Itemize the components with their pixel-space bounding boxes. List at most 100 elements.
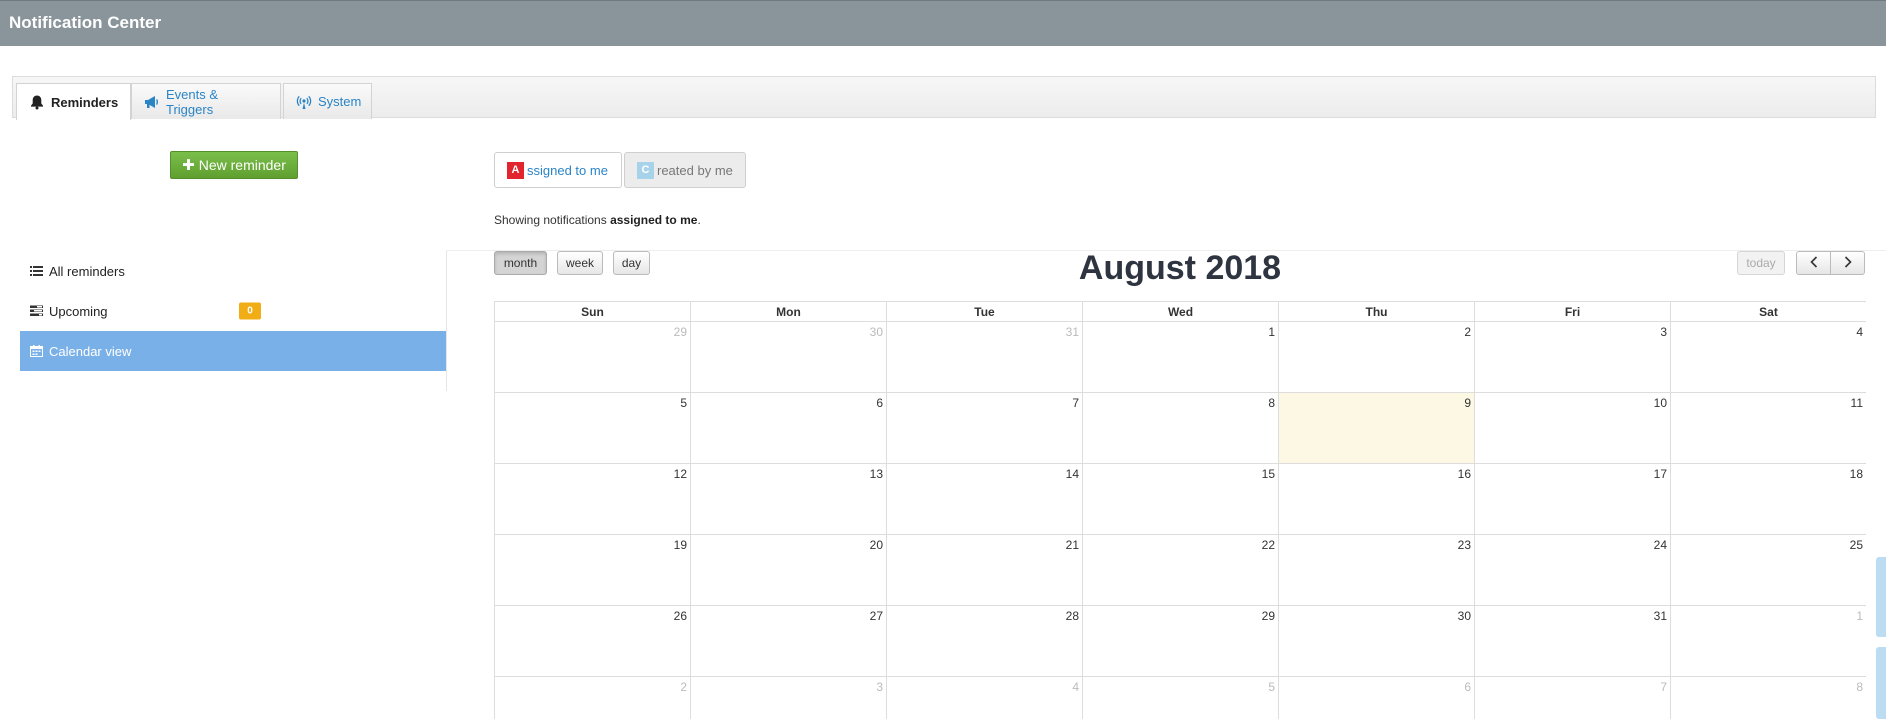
- calendar-day-number: 15: [1261, 467, 1275, 481]
- calendar-day-cell[interactable]: 10: [1475, 393, 1671, 464]
- calendar-day-number: 7: [1660, 680, 1667, 694]
- chevron-right-icon: [1844, 255, 1852, 271]
- calendar-day-number: 5: [680, 396, 687, 410]
- calendar-day-number: 4: [1072, 680, 1079, 694]
- calendar-day-cell[interactable]: 9: [1279, 393, 1475, 464]
- tab-system[interactable]: System: [283, 83, 372, 119]
- tab-events-triggers[interactable]: Events & Triggers: [131, 83, 281, 119]
- calendar-day-cell[interactable]: 21: [887, 535, 1083, 606]
- calendar-day-cell[interactable]: 31: [1475, 606, 1671, 677]
- calendar-day-number: 23: [1457, 538, 1471, 552]
- calendar-day-cell[interactable]: 6: [1279, 677, 1475, 719]
- sidebar-item-label: All reminders: [49, 263, 125, 279]
- scroll-handle[interactable]: [1876, 557, 1886, 637]
- sidebar-item-all-reminders[interactable]: All reminders: [20, 251, 446, 291]
- calendar-day-cell[interactable]: 31: [887, 322, 1083, 393]
- app-header: Notification Center: [0, 0, 1886, 46]
- tab-label: Reminders: [51, 94, 119, 110]
- calendar-day-cell[interactable]: 2: [1279, 322, 1475, 393]
- calendar-icon: [30, 345, 43, 357]
- day-of-week-header: Tue: [887, 302, 1083, 322]
- list-icon: [30, 265, 43, 277]
- sidebar: All reminders Upcoming 0 Calendar view: [20, 251, 447, 391]
- calendar-day-cell[interactable]: 4: [887, 677, 1083, 719]
- calendar-day-number: 19: [673, 538, 687, 552]
- calendar-day-cell[interactable]: 25: [1671, 535, 1866, 606]
- calendar-day-number: 3: [876, 680, 883, 694]
- calendar-day-cell[interactable]: 23: [1279, 535, 1475, 606]
- calendar-day-cell[interactable]: 6: [691, 393, 887, 464]
- calendar-day-cell[interactable]: 8: [1671, 677, 1866, 719]
- calendar-day-cell[interactable]: 19: [495, 535, 691, 606]
- calendar-day-cell[interactable]: 24: [1475, 535, 1671, 606]
- calendar-day-cell[interactable]: 3: [691, 677, 887, 719]
- calendar-day-cell[interactable]: 27: [691, 606, 887, 677]
- calendar-day-cell[interactable]: 7: [887, 393, 1083, 464]
- tab-bar: Reminders Events & Triggers System: [12, 76, 1876, 120]
- today-button[interactable]: today: [1737, 251, 1785, 275]
- calendar-day-number: 29: [673, 325, 687, 339]
- calendar-day-cell[interactable]: 5: [1083, 677, 1279, 719]
- calendar-day-cell[interactable]: 8: [1083, 393, 1279, 464]
- calendar-day-number: 2: [680, 680, 687, 694]
- calendar-day-number: 2: [1464, 325, 1471, 339]
- calendar-day-number: 11: [1850, 396, 1863, 410]
- assigned-letter-badge: A: [507, 161, 524, 179]
- calendar-day-cell[interactable]: 5: [495, 393, 691, 464]
- view-week-button[interactable]: week: [557, 251, 603, 275]
- calendar-day-cell[interactable]: 28: [887, 606, 1083, 677]
- calendar-day-number: 30: [1457, 609, 1471, 623]
- calendar-day-cell[interactable]: 1: [1671, 606, 1866, 677]
- calendar-day-number: 12: [673, 467, 687, 481]
- day-of-week-header: Fri: [1475, 302, 1671, 322]
- calendar-day-number: 31: [1065, 325, 1079, 339]
- tab-label: Events & Triggers: [166, 86, 219, 117]
- calendar-day-number: 13: [869, 467, 883, 481]
- calendar-day-cell[interactable]: 18: [1671, 464, 1866, 535]
- calendar-day-cell[interactable]: 3: [1475, 322, 1671, 393]
- calendar-day-cell[interactable]: 16: [1279, 464, 1475, 535]
- new-reminder-button[interactable]: ✚ New reminder: [170, 151, 298, 179]
- calendar-day-cell[interactable]: 17: [1475, 464, 1671, 535]
- calendar-day-cell[interactable]: 12: [495, 464, 691, 535]
- calendar-day-cell[interactable]: 20: [691, 535, 887, 606]
- calendar-day-cell[interactable]: 26: [495, 606, 691, 677]
- calendar-day-number: 7: [1072, 396, 1079, 410]
- calendar-day-cell[interactable]: 22: [1083, 535, 1279, 606]
- calendar-day-number: 1: [1268, 325, 1275, 339]
- calendar-day-cell[interactable]: 14: [887, 464, 1083, 535]
- calendar-day-cell[interactable]: 30: [1279, 606, 1475, 677]
- plus-icon: ✚: [182, 157, 195, 174]
- view-day-button[interactable]: day: [613, 251, 650, 275]
- created-by-me-toggle[interactable]: C reated by me: [624, 152, 746, 188]
- calendar-day-cell[interactable]: 1: [1083, 322, 1279, 393]
- calendar-day-number: 9: [1464, 396, 1471, 410]
- calendar-day-number: 5: [1268, 680, 1275, 694]
- next-month-button[interactable]: [1830, 251, 1865, 275]
- bell-icon: [29, 94, 45, 110]
- scroll-handle[interactable]: [1876, 647, 1886, 719]
- calendar-day-cell[interactable]: 13: [691, 464, 887, 535]
- calendar-day-cell[interactable]: 11: [1671, 393, 1866, 464]
- calendar-day-cell[interactable]: 29: [495, 322, 691, 393]
- calendar-day-number: 21: [1065, 538, 1079, 552]
- calendar-day-number: 30: [869, 325, 883, 339]
- calendar-day-number: 6: [1464, 680, 1471, 694]
- prev-month-button[interactable]: [1796, 251, 1831, 275]
- assigned-to-me-toggle[interactable]: A ssigned to me: [494, 152, 622, 188]
- calendar-day-cell[interactable]: 30: [691, 322, 887, 393]
- calendar-day-number: 18: [1849, 467, 1863, 481]
- day-of-week-header: Thu: [1279, 302, 1475, 322]
- tab-reminders[interactable]: Reminders: [16, 83, 131, 120]
- calendar-day-cell[interactable]: 4: [1671, 322, 1866, 393]
- sidebar-item-calendar-view[interactable]: Calendar view: [20, 331, 446, 371]
- calendar-day-number: 31: [1653, 609, 1667, 623]
- sidebar-item-upcoming[interactable]: Upcoming 0: [20, 291, 446, 331]
- calendar-day-cell[interactable]: 2: [495, 677, 691, 719]
- calendar-day-number: 16: [1457, 467, 1471, 481]
- calendar-day-cell[interactable]: 7: [1475, 677, 1671, 719]
- calendar-day-cell[interactable]: 29: [1083, 606, 1279, 677]
- calendar-day-number: 8: [1856, 680, 1863, 694]
- calendar-day-cell[interactable]: 15: [1083, 464, 1279, 535]
- view-month-button[interactable]: month: [494, 251, 547, 275]
